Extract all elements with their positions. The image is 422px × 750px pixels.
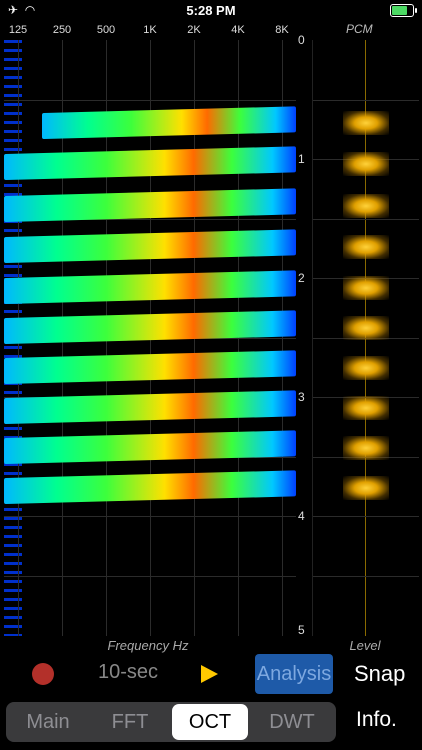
control-bar: 10-sec Analysis Snap [0,654,422,694]
freq-tick: 2K [187,24,201,36]
duration-button[interactable]: 10-sec [98,661,158,684]
play-button[interactable] [201,665,218,683]
spectrogram-band [4,146,296,180]
pcm-burst [343,235,389,259]
spectrogram-band [4,350,296,384]
time-tick: 4 [298,509,305,523]
spectrogram-view[interactable] [4,40,296,636]
time-tick: 1 [298,152,305,166]
freq-tick: 500 [96,24,116,36]
pcm-burst [343,476,389,500]
pcm-burst [343,316,389,340]
pcm-burst [343,276,389,300]
level-axis-label: Level [349,638,381,653]
spectrogram-band [4,229,296,263]
grid-line [313,219,419,220]
freq-tick: 4K [231,24,245,36]
frequency-axis: 125 250 500 1K 2K 4K 8K [0,22,296,38]
mode-segmented-control: Main FFT OCT DWT [6,702,336,742]
tab-dwt[interactable]: DWT [252,704,332,740]
pcm-burst [343,356,389,380]
time-tick: 3 [298,390,305,404]
status-time: 5:28 PM [186,3,236,18]
time-tick: 0 [298,33,305,47]
grid-line [4,576,296,577]
time-tick: 2 [298,271,305,285]
time-axis: 0 1 2 3 4 5 [296,33,310,637]
freq-tick: 125 [8,24,28,36]
grid-line [4,516,296,517]
info-button[interactable]: Info. [356,708,397,732]
snap-button[interactable]: Snap [354,661,405,687]
status-bar: ✈ ︎ ◠ 5:28 PM [0,0,422,22]
grid-line [313,576,419,577]
spectrogram-band [42,106,296,139]
time-tick: 5 [298,623,305,637]
analysis-button[interactable]: Analysis [255,654,333,694]
pcm-burst [343,194,389,218]
spectrogram-band [4,430,296,464]
grid-line [313,516,419,517]
pcm-burst [343,111,389,135]
spectrogram-band [4,390,296,424]
spectrogram-band [4,188,296,222]
record-button[interactable] [32,663,54,685]
freq-tick: 1K [143,24,157,36]
pcm-burst [343,436,389,460]
grid-line [4,100,296,101]
spectrogram-band [4,270,296,304]
frequency-axis-label: Frequency Hz [107,638,189,653]
freq-tick: 250 [52,24,72,36]
pcm-burst [343,152,389,176]
pcm-waveform-view[interactable] [312,40,419,636]
grid-line [313,100,419,101]
pcm-title: PCM [346,22,373,36]
tab-fft[interactable]: FFT [90,704,170,740]
tab-oct[interactable]: OCT [172,704,248,740]
battery-icon [390,4,417,17]
spectrogram-band [4,470,296,504]
freq-tick: 8K [275,24,289,36]
pcm-burst [343,396,389,420]
tab-main[interactable]: Main [8,704,88,740]
